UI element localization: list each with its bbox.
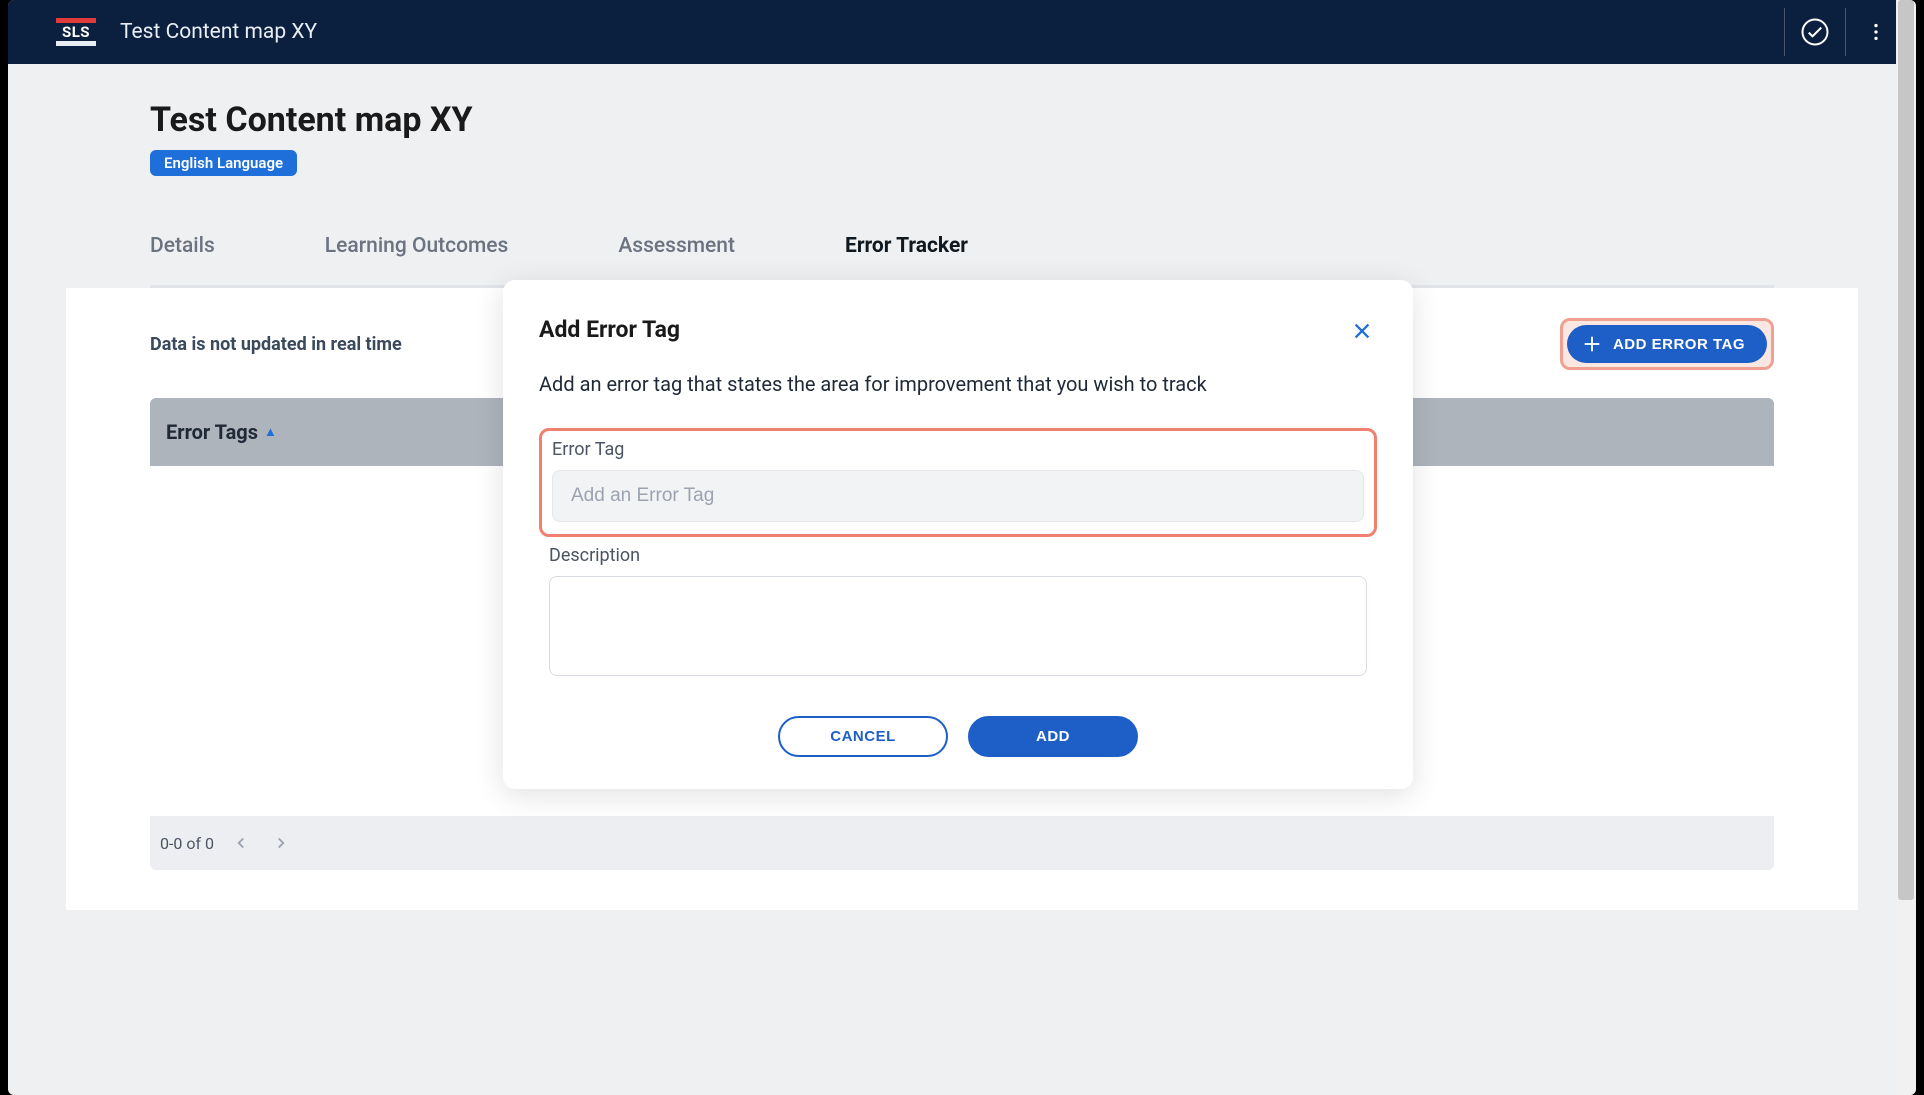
page-header: Test Content map XY English Language Det… (66, 64, 1858, 285)
topbar: SLS Test Content map XY (8, 0, 1916, 64)
column-header-error-tags[interactable]: Error Tags ▲ (166, 420, 277, 444)
divider (1784, 8, 1785, 56)
add-error-tag-button[interactable]: ADD ERROR TAG (1567, 325, 1767, 363)
error-tag-input[interactable] (552, 470, 1364, 522)
app-logo[interactable]: SLS (56, 18, 96, 46)
close-icon (1351, 320, 1373, 342)
tab-assessment[interactable]: Assessment (618, 220, 735, 275)
page-title: Test Content map XY (150, 100, 1774, 140)
plus-icon (1581, 333, 1603, 355)
modal-close-button[interactable] (1347, 316, 1377, 350)
tab-row: Details Learning Outcomes Assessment Err… (150, 220, 1774, 275)
cancel-button[interactable]: CANCEL (778, 716, 948, 757)
tab-error-tracker[interactable]: Error Tracker (845, 220, 968, 275)
topbar-title: Test Content map XY (120, 20, 317, 44)
info-text: Data is not updated in real time (150, 334, 402, 355)
sort-asc-icon: ▲ (264, 424, 277, 440)
description-label: Description (549, 545, 1367, 566)
tab-details[interactable]: Details (150, 220, 215, 275)
vertical-scrollbar[interactable] (1896, 0, 1916, 1095)
chevron-left-icon (232, 834, 250, 852)
description-input[interactable] (549, 576, 1367, 676)
logo-text: SLS (56, 23, 96, 41)
pagination-text: 0-0 of 0 (160, 834, 214, 853)
add-error-tag-modal: Add Error Tag Add an error tag that stat… (503, 280, 1413, 789)
check-circle-icon[interactable] (1795, 12, 1835, 52)
column-header-label: Error Tags (166, 420, 258, 444)
chevron-right-icon (272, 834, 290, 852)
error-tag-field-highlight: Error Tag (539, 428, 1377, 537)
prev-page-button[interactable] (228, 830, 254, 856)
scrollbar-thumb[interactable] (1898, 0, 1914, 900)
more-vert-icon[interactable] (1856, 12, 1896, 52)
tab-learning-outcomes[interactable]: Learning Outcomes (325, 220, 509, 275)
subject-badge: English Language (150, 150, 297, 176)
table-footer: 0-0 of 0 (150, 816, 1774, 870)
add-error-tag-label: ADD ERROR TAG (1613, 336, 1745, 353)
add-error-tag-highlight: ADD ERROR TAG (1560, 318, 1774, 370)
error-tag-label: Error Tag (552, 439, 1364, 460)
modal-title: Add Error Tag (539, 316, 680, 343)
add-button[interactable]: ADD (968, 716, 1138, 757)
modal-subtitle: Add an error tag that states the area fo… (539, 372, 1377, 396)
next-page-button[interactable] (268, 830, 294, 856)
divider (1845, 8, 1846, 56)
